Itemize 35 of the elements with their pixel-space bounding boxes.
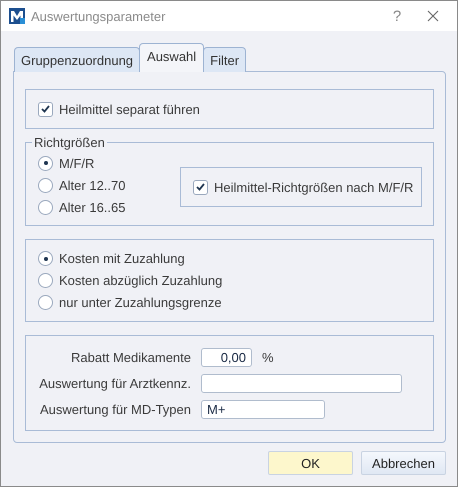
app-logo-icon: [9, 8, 25, 24]
checkmark-icon: [196, 183, 205, 191]
unit-label: %: [262, 350, 274, 364]
radio-label: Alter 16..65: [59, 200, 126, 214]
radio-label: nur unter Zuzahlungsgrenze: [59, 295, 222, 310]
checkbox[interactable]: [38, 102, 53, 116]
field-label: Auswertung für Arztkennz.: [38, 376, 191, 390]
radio-label: Kosten abzüglich Zuzahlung: [59, 273, 222, 288]
tab[interactable]: Filter: [203, 47, 246, 72]
field-label: Auswertung für MD-Typen: [38, 402, 191, 416]
radio-button[interactable]: [38, 295, 53, 310]
radio-label: M/F/R: [59, 156, 94, 170]
close-icon[interactable]: [427, 10, 439, 22]
input-field[interactable]: 0,00: [201, 348, 252, 366]
input-field[interactable]: M+: [201, 400, 325, 418]
checkmark-icon: [41, 105, 50, 113]
radio-button[interactable]: [38, 200, 53, 214]
checkbox-label: Heilmittel-Richtgrößen nach M/F/R: [214, 180, 414, 194]
radio-button[interactable]: [38, 156, 53, 170]
ok-button[interactable]: OK: [268, 451, 353, 475]
radio-button[interactable]: [38, 178, 53, 192]
help-button[interactable]: ?: [389, 8, 405, 24]
field-label: Rabatt Medikamente: [70, 350, 191, 364]
group-title: Richtgrößen: [32, 135, 107, 150]
cancel-button[interactable]: Abbrechen: [361, 451, 446, 475]
checkbox-label: Heilmittel separat führen: [59, 102, 200, 116]
radio-label: Alter 12..70: [59, 178, 126, 192]
tab[interactable]: Auswahl: [139, 43, 204, 72]
radio-label: Kosten mit Zuzahlung: [59, 251, 185, 266]
radio-button[interactable]: [38, 251, 53, 266]
tab[interactable]: Gruppenzuordnung: [14, 47, 140, 72]
input-field[interactable]: [201, 374, 402, 392]
radio-button[interactable]: [38, 273, 53, 288]
window-title: Auswertungsparameter: [31, 8, 166, 24]
checkbox[interactable]: [193, 180, 208, 194]
